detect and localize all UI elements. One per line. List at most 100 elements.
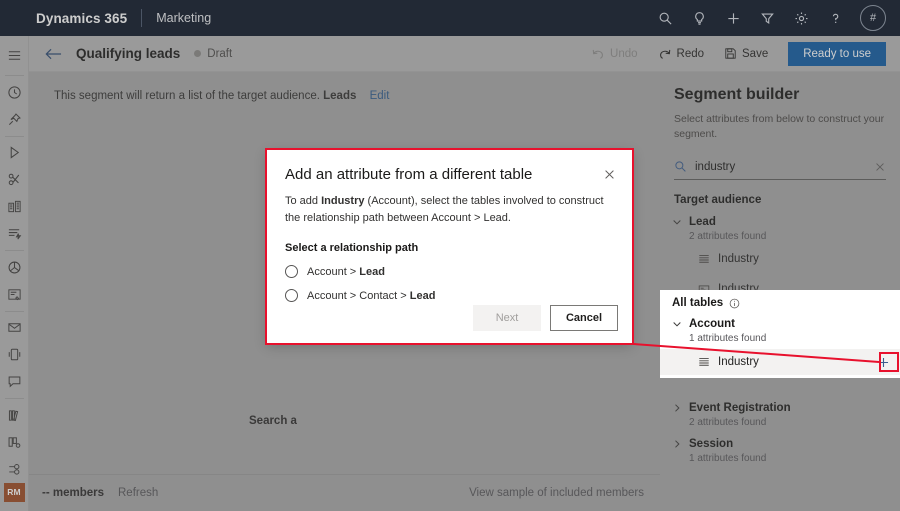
redo-button[interactable]: Redo	[648, 40, 715, 68]
relationship-path-option-2[interactable]: Account > Contact > Lead	[267, 289, 632, 302]
page-title: Qualifying leads	[76, 46, 180, 61]
forms-icon[interactable]	[0, 281, 29, 308]
tree-group-lead-count: 2 attributes found	[689, 231, 900, 242]
status-dot-icon	[194, 50, 201, 57]
tree-group-session-count: 1 attributes found	[689, 453, 900, 464]
hamburger-menu-icon[interactable]	[0, 42, 29, 69]
suite-bar: Dynamics 365 Marketing	[0, 0, 900, 36]
pinned-icon[interactable]	[0, 106, 29, 133]
lightbulb-icon[interactable]	[682, 0, 716, 36]
brand-divider	[141, 9, 142, 27]
command-bar: Qualifying leads Draft Undo Redo	[29, 36, 900, 72]
help-icon[interactable]	[818, 0, 852, 36]
recent-clock-icon[interactable]	[0, 79, 29, 106]
templates-icon[interactable]	[0, 429, 29, 456]
events-icon[interactable]	[0, 193, 29, 220]
all-tables-highlight-region: All tables Account 1 attributes found In…	[660, 290, 900, 378]
tree-group-event-registration-count: 2 attributes found	[689, 417, 900, 428]
dialog-actions: Next Cancel	[473, 305, 618, 331]
add-attribute-button[interactable]	[872, 351, 894, 373]
path-2-bold: Lead	[410, 290, 436, 302]
segment-target-entity: Leads	[323, 90, 356, 102]
redo-icon	[658, 47, 672, 61]
tree-group-account-header[interactable]: Account	[672, 318, 900, 330]
lead-scoring-icon[interactable]	[0, 220, 29, 247]
attribute-row-account-industry[interactable]: Industry	[660, 349, 900, 375]
settings-gear-icon[interactable]	[784, 0, 818, 36]
tree-group-lead-header[interactable]: Lead	[672, 216, 900, 228]
chevron-right-icon	[672, 439, 682, 449]
path-2-pre: Account > Contact >	[307, 290, 410, 302]
email-icon[interactable]	[0, 314, 29, 341]
attribute-label: Industry	[718, 253, 759, 265]
tree-group-event-registration-header[interactable]: Event Registration	[672, 402, 900, 414]
filter-icon[interactable]	[750, 0, 784, 36]
attribute-search-input[interactable]: industry	[674, 154, 886, 180]
canvas-search-label: Search a	[249, 415, 297, 427]
radio-button-icon[interactable]	[285, 289, 298, 302]
edit-target-link[interactable]: Edit	[370, 90, 390, 102]
left-navigation-rail: RM	[0, 36, 29, 511]
radio-button-icon[interactable]	[285, 265, 298, 278]
user-avatar[interactable]: #	[860, 5, 886, 31]
undo-button[interactable]: Undo	[581, 40, 648, 68]
brand-label[interactable]: Dynamics 365	[36, 11, 127, 26]
add-attribute-dialog: Add an attribute from a different table …	[267, 150, 632, 343]
mobile-icon[interactable]	[0, 341, 29, 368]
save-button[interactable]: Save	[714, 40, 778, 68]
segments-icon[interactable]	[0, 456, 29, 483]
tree-group-account-name: Account	[689, 318, 735, 330]
attribute-row[interactable]: Industry	[672, 246, 900, 272]
segment-builder-title: Segment builder	[674, 86, 900, 104]
ready-to-use-button[interactable]: Ready to use	[788, 42, 886, 66]
add-icon[interactable]	[716, 0, 750, 36]
customer-journeys-icon[interactable]	[0, 139, 29, 166]
relationship-path-label-1: Account > Lead	[307, 266, 385, 278]
dialog-sublabel: Select a relationship path	[267, 242, 632, 254]
chevron-right-icon	[672, 403, 682, 413]
relationship-path-option-1[interactable]: Account > Lead	[267, 265, 632, 278]
undo-label: Undo	[610, 48, 638, 60]
path-1-bold: Lead	[359, 266, 385, 278]
clear-search-icon[interactable]	[874, 161, 886, 173]
dialog-header: Add an attribute from a different table	[267, 150, 632, 183]
rail-divider	[5, 311, 24, 312]
redo-label: Redo	[677, 48, 705, 60]
segment-description-text: This segment will return a list of the t…	[54, 90, 320, 102]
relationship-path-label-2: Account > Contact > Lead	[307, 290, 435, 302]
analytics-icon[interactable]	[0, 254, 29, 281]
dialog-body-pre: To add	[285, 195, 321, 207]
rail-divider	[5, 398, 24, 399]
marketing-emails-icon[interactable]	[0, 166, 29, 193]
rail-divider	[5, 250, 24, 251]
tree-group-session-header[interactable]: Session	[672, 438, 900, 450]
tree-group-lead-name: Lead	[689, 216, 716, 228]
list-icon	[698, 253, 710, 265]
rail-divider	[5, 75, 24, 76]
close-icon[interactable]	[601, 166, 618, 183]
dialog-body-attribute: Industry	[321, 195, 364, 207]
tree-group-event-registration-name: Event Registration	[689, 402, 791, 414]
tree-group-event-registration: Event Registration 2 attributes found	[660, 402, 900, 428]
dialog-title: Add an attribute from a different table	[285, 166, 601, 183]
tree-group-session: Session 1 attributes found	[660, 438, 900, 464]
back-arrow-icon[interactable]	[45, 47, 62, 61]
search-icon	[674, 160, 687, 173]
info-icon[interactable]	[729, 298, 740, 309]
search-icon[interactable]	[648, 0, 682, 36]
dialog-body-text: To add Industry (Account), select the ta…	[267, 183, 632, 227]
library-icon[interactable]	[0, 402, 29, 429]
messaging-icon[interactable]	[0, 368, 29, 395]
next-button[interactable]: Next	[473, 305, 541, 331]
rail-user-initials[interactable]: RM	[4, 483, 25, 502]
suite-bar-actions: #	[648, 0, 900, 36]
refresh-button[interactable]: Refresh	[118, 487, 158, 499]
cancel-button[interactable]: Cancel	[550, 305, 618, 331]
app-name-label[interactable]: Marketing	[156, 11, 211, 25]
view-sample-link[interactable]: View sample of included members	[469, 487, 644, 499]
status-label: Draft	[207, 48, 232, 60]
list-icon	[698, 356, 710, 368]
attribute-label: Industry	[718, 356, 759, 368]
rail-divider	[5, 136, 24, 137]
segment-builder-subtitle: Select attributes from below to construc…	[674, 112, 886, 142]
